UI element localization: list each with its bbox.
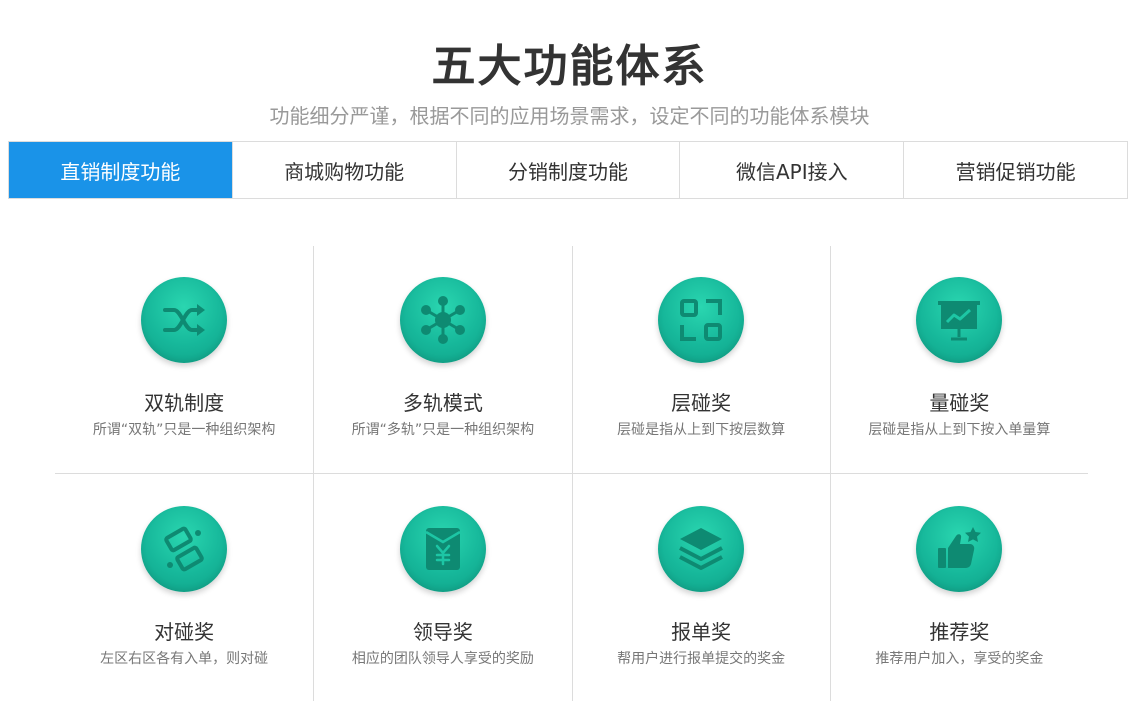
- feature-tabs: 直销制度功能 商城购物功能 分销制度功能 微信API接入 营销促销功能: [8, 141, 1128, 199]
- page-title: 五大功能体系: [431, 41, 708, 92]
- tab-wechat-api[interactable]: 微信API接入: [679, 142, 904, 198]
- feature-icon-circle: [399, 506, 486, 592]
- feature-title: 层碰奖: [671, 391, 732, 415]
- feature-grid: 双轨制度 所谓“双轨”只是一种组织架构 多轨模式 所谓“多轨”只是一种组织架构 …: [55, 246, 1088, 701]
- presentation-chart-icon: [938, 301, 981, 341]
- feature-desc: 所谓“双轨”只是一种组织架构: [92, 422, 276, 438]
- feature-desc: 所谓“多轨”只是一种组织架构: [351, 422, 535, 438]
- feature-title: 推荐奖: [929, 620, 990, 644]
- red-envelope-yen-icon: [425, 528, 461, 570]
- feature-icon-circle: [916, 277, 1003, 363]
- feature-card-pair-bonus: 对碰奖 左区右区各有入单，则对碰: [55, 474, 313, 701]
- feature-desc: 相应的团队领导人享受的奖励: [351, 651, 534, 667]
- network-hub-icon: [420, 296, 465, 344]
- feature-icon-circle: [141, 277, 228, 363]
- feature-icon-circle: [916, 506, 1003, 592]
- feature-desc: 层碰是指从上到下按入单量算: [868, 422, 1051, 438]
- tab-marketing[interactable]: 营销促销功能: [903, 142, 1127, 198]
- feature-title: 报单奖: [671, 620, 732, 644]
- linked-squares-icon: [164, 526, 204, 572]
- feature-card-volume-bonus: 量碰奖 层碰是指从上到下按入单量算: [829, 246, 1088, 474]
- tab-distribution[interactable]: 分销制度功能: [455, 142, 680, 198]
- feature-card-order-bonus: 报单奖 帮用户进行报单提交的奖金: [571, 474, 830, 701]
- shuffle-icon: [163, 304, 206, 336]
- feature-desc: 帮用户进行报单提交的奖金: [617, 651, 786, 667]
- feature-desc: 层碰是指从上到下按层数算: [617, 422, 786, 438]
- feature-card-leader-bonus: 领导奖 相应的团队领导人享受的奖励: [313, 474, 571, 701]
- tab-direct-sales[interactable]: 直销制度功能: [9, 142, 232, 198]
- feature-desc: 左区右区各有入单，则对碰: [100, 651, 269, 667]
- feature-title: 双轨制度: [144, 391, 225, 415]
- feature-card-multi-track: 多轨模式 所谓“多轨”只是一种组织架构: [313, 246, 572, 474]
- feature-card-referral-bonus: 推荐奖 推荐用户加入，享受的奖金: [829, 474, 1088, 701]
- tab-mall-shopping[interactable]: 商城购物功能: [231, 142, 456, 198]
- feature-title: 量碰奖: [929, 391, 990, 415]
- feature-card-layer-bonus: 层碰奖 层碰是指从上到下按层数算: [571, 246, 830, 474]
- feature-card-dual-track: 双轨制度 所谓“双轨”只是一种组织架构: [55, 246, 314, 474]
- thumbs-up-star-icon: [938, 527, 982, 568]
- feature-icon-circle: [658, 277, 745, 363]
- feature-icon-circle: [658, 506, 745, 592]
- feature-icon-circle: [141, 506, 228, 592]
- feature-title: 对碰奖: [154, 620, 215, 644]
- page: 五大功能体系 功能细分严谨，根据不同的应用场景需求，设定不同的功能体系模块 直销…: [0, 0, 1139, 715]
- feature-icon-circle: [399, 277, 486, 363]
- page-subtitle: 功能细分严谨，根据不同的应用场景需求，设定不同的功能体系模块: [269, 104, 870, 128]
- feature-title: 多轨模式: [402, 391, 483, 415]
- scan-frame-icon: [680, 299, 723, 341]
- feature-title: 领导奖: [412, 620, 473, 644]
- layers-icon: [679, 528, 724, 570]
- feature-desc: 推荐用户加入，享受的奖金: [875, 651, 1044, 667]
